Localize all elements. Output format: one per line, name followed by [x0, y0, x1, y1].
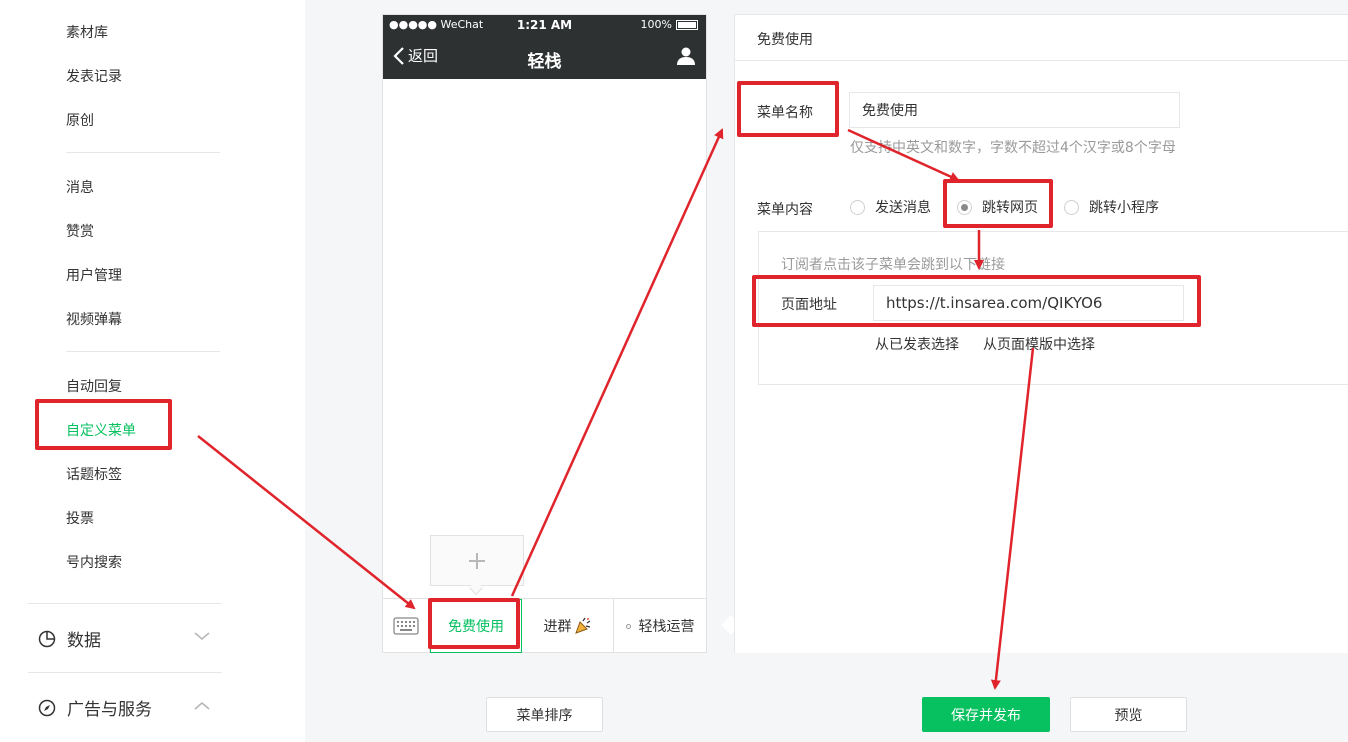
sidebar-group-label: 广告与服务	[67, 700, 152, 720]
phone-header: 返回 轻栈	[383, 35, 706, 79]
highlight-page-url	[752, 275, 1201, 327]
sidebar-divider	[66, 152, 220, 153]
party-popper-icon	[574, 617, 590, 634]
menu-label: 轻栈运营	[638, 619, 695, 635]
radio-jump-mini-program[interactable]: 跳转小程序	[1064, 197, 1159, 217]
sidebar-divider	[66, 351, 220, 352]
radio-label: 发送消息	[875, 200, 931, 216]
editor-divider	[735, 60, 1348, 61]
profile-icon[interactable]	[676, 46, 696, 66]
menu-label: 进群	[543, 619, 572, 635]
phone-preview: ●●●●● WeChat 1:21 AM 100% 返回 轻栈 免费使用 进群 …	[382, 14, 707, 653]
pick-from-template-link[interactable]: 从页面模版中选择	[983, 334, 1095, 354]
sidebar-group-divider	[28, 603, 222, 604]
battery-icon	[676, 19, 698, 30]
sidebar-item-original[interactable]: 原创	[66, 110, 94, 130]
phone-menu-join-group[interactable]: 进群	[522, 599, 614, 653]
phone-menu-operation[interactable]: 轻栈运营	[614, 599, 706, 653]
sidebar-group-data[interactable]: 数据	[38, 626, 101, 651]
radio-circle	[850, 199, 865, 215]
editor-title: 免费使用	[757, 32, 813, 48]
menu-name-hint: 仅支持中英文和数字，字数不超过4个汉字或8个字母	[850, 140, 1176, 156]
keyboard-toggle[interactable]	[383, 599, 430, 653]
sidebar-item-appreciation[interactable]: 赞赏	[66, 221, 94, 241]
sidebar-group-label: 数据	[67, 631, 101, 651]
pick-from-published-link[interactable]: 从已发表选择	[875, 334, 959, 354]
sidebar-group-ads-services[interactable]: 广告与服务	[38, 695, 152, 720]
highlight-menu-free-use	[428, 598, 520, 649]
keyboard-icon	[393, 617, 419, 635]
pie-chart-icon	[38, 630, 56, 647]
sidebar: 素材库 发表记录 原创 消息 赞赏 用户管理 视频弹幕 自动回复 自定义菜单 话…	[0, 0, 305, 742]
phone-status-bar: ●●●●● WeChat 1:21 AM 100%	[383, 15, 706, 35]
menu-sort-button[interactable]: 菜单排序	[486, 697, 603, 732]
sidebar-item-auto-reply[interactable]: 自动回复	[66, 376, 122, 396]
highlight-menu-name	[737, 81, 839, 137]
highlight-custom-menu	[35, 399, 172, 450]
preview-button[interactable]: 预览	[1070, 697, 1187, 732]
plus-icon	[469, 552, 485, 569]
sidebar-item-topic-tags[interactable]: 话题标签	[66, 464, 122, 484]
sidebar-item-messages[interactable]: 消息	[66, 177, 94, 197]
sidebar-item-user-management[interactable]: 用户管理	[66, 265, 122, 285]
link-description: 订阅者点击该子菜单会跳到以下链接	[781, 257, 1005, 273]
sub-menu-dot-icon	[625, 623, 631, 629]
radio-label: 跳转小程序	[1089, 200, 1159, 216]
menu-content-label: 菜单内容	[757, 202, 813, 218]
phone-title: 轻栈	[527, 52, 562, 72]
save-publish-button[interactable]: 保存并发布	[922, 697, 1050, 732]
add-sub-menu-button[interactable]	[430, 535, 524, 586]
sidebar-item-publish-record[interactable]: 发表记录	[66, 66, 122, 86]
battery-indicator: 100%	[641, 18, 698, 31]
radio-send-message[interactable]: 发送消息	[850, 197, 931, 217]
highlight-jump-webpage	[943, 179, 1053, 228]
sidebar-item-video-danmaku[interactable]: 视频弹幕	[66, 309, 122, 329]
chevron-down-icon[interactable]	[193, 630, 211, 642]
menu-name-input[interactable]	[849, 92, 1180, 128]
chevron-up-icon[interactable]	[193, 700, 211, 712]
sidebar-item-material[interactable]: 素材库	[66, 22, 108, 42]
battery-percent: 100%	[640, 18, 672, 31]
sidebar-group-divider	[28, 672, 222, 673]
sidebar-item-vote[interactable]: 投票	[66, 508, 94, 528]
sidebar-item-in-account-search[interactable]: 号内搜索	[66, 552, 122, 572]
compass-icon	[38, 699, 56, 716]
radio-circle	[1064, 199, 1079, 215]
